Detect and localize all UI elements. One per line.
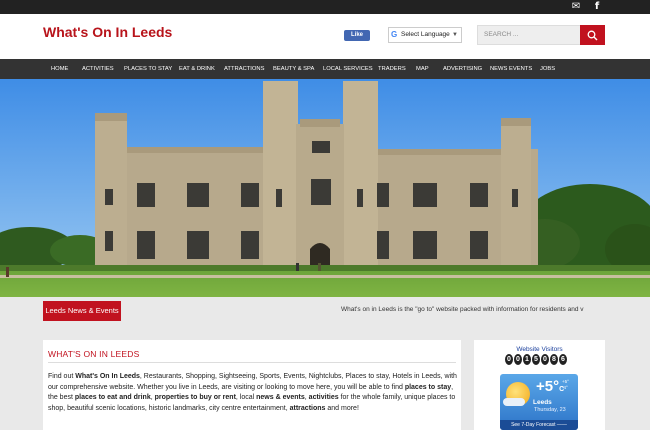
title-divider [48,362,456,363]
visitor-counter: 0015086 [505,354,567,366]
intro-paragraph: Find out What's On In Leeds, Restaurants… [48,373,457,412]
email-icon[interactable]: ✉ [570,1,582,13]
nav-map[interactable]: MAP [416,59,429,79]
weather-temperature: +5°C [536,378,565,395]
activities-link[interactable]: activities [309,394,339,401]
nav-news-events[interactable]: NEWS EVENTS [490,59,532,79]
nav-activities[interactable]: ACTIVITIES [82,59,114,79]
weather-widget[interactable]: +5°C +5° -4° Leeds Thursday, 23 See 7-Day… [500,374,578,430]
site-header: What's On In Leeds Like G Select Languag… [0,14,650,59]
search-button[interactable] [580,25,605,45]
weather-date: Thursday, 23 [534,407,566,413]
cloud-icon [503,398,525,406]
facebook-like-button[interactable]: Like [344,30,370,41]
attractions-link[interactable]: attractions [290,405,326,412]
main-navigation: HOME ACTIVITIES PLACES TO STAY EAT & DRI… [0,59,650,79]
nav-jobs[interactable]: JOBS [540,59,555,79]
sidebar-widgets: Website Visitors 0015086 +5°C +5° -4° Lee… [474,340,605,430]
language-select-label: Select Language [401,31,450,38]
eat-drink-link[interactable]: places to eat and drink [75,394,151,401]
google-icon: G [391,30,398,39]
hero-castle-image [0,79,650,297]
properties-link[interactable]: properties to buy or rent [155,394,236,401]
nav-attractions[interactable]: ATTRACTIONS [224,59,264,79]
weather-high-low: +5° -4° [562,379,569,390]
like-label: Like [350,32,363,38]
nav-eat-drink[interactable]: EAT & DRINK [179,59,215,79]
search-icon [587,30,598,41]
nav-local-services[interactable]: LOCAL SERVICES [323,59,373,79]
nav-beauty-spa[interactable]: BEAUTY & SPA [273,59,314,79]
nav-traders[interactable]: TRADERS [378,59,406,79]
site-logo[interactable]: What's On In Leeds [43,24,172,40]
news-events-label[interactable]: Leeds News & Events [43,301,121,321]
top-utility-bar: ✉ f [0,0,650,14]
visitors-title: Website Visitors [516,346,563,353]
nav-home[interactable]: HOME [51,59,68,79]
news-events-link[interactable]: news & events [256,394,305,401]
main-content-panel: WHAT'S ON IN LEEDS Find out What's On In… [43,340,461,430]
seven-day-forecast-link[interactable]: See 7-Day Forecast —— [500,420,578,430]
places-to-stay-link[interactable]: places to stay [405,384,451,391]
nav-places-to-stay[interactable]: PLACES TO STAY [124,59,172,79]
search-input[interactable]: SEARCH ... [477,25,581,45]
facebook-icon[interactable]: f [591,1,603,13]
nav-advertising[interactable]: ADVERTISING [443,59,482,79]
weather-city: Leeds [533,399,552,406]
language-select[interactable]: G Select Language ▼ [388,27,462,43]
page-title: WHAT'S ON IN LEEDS [48,349,140,359]
dropdown-arrow-icon: ▼ [452,32,458,38]
news-ticker-text[interactable]: What's on in Leeds is the "go to" websit… [341,306,605,316]
